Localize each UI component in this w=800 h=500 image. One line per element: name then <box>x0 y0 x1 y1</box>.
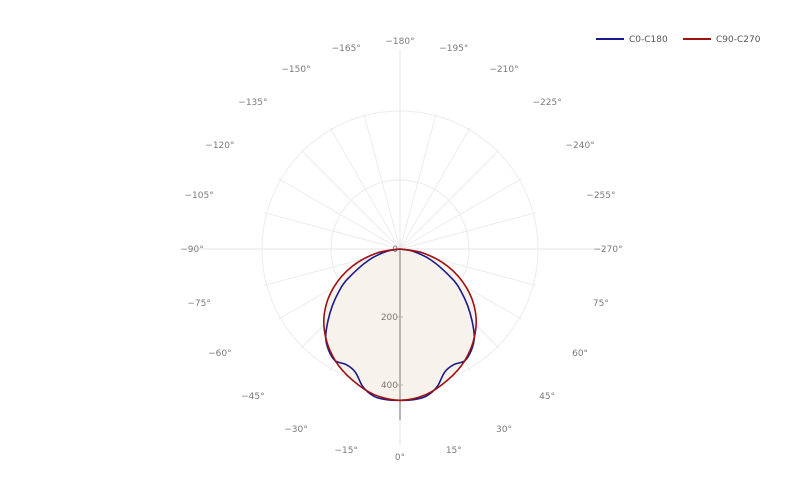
angle-label: −90° <box>180 245 204 255</box>
angle-label: −30° <box>284 425 308 435</box>
angle-label: −120° <box>205 141 234 151</box>
angle-label: 75° <box>593 299 609 309</box>
angle-label: −45° <box>241 392 265 402</box>
grid-spoke <box>329 126 401 250</box>
grid-spoke <box>277 178 401 250</box>
angle-label: 30° <box>496 425 512 435</box>
angle-label: −225° <box>532 98 561 108</box>
angle-label: −195° <box>439 44 468 54</box>
grid-spoke <box>399 178 523 250</box>
angle-label: −180° <box>385 37 414 47</box>
angle-label: 0° <box>395 453 405 463</box>
grid-spoke <box>263 212 401 250</box>
legend-label: C90-C270 <box>716 35 761 45</box>
grid-spoke <box>399 112 437 250</box>
grid-spoke <box>363 112 401 250</box>
angle-label: 60° <box>572 349 588 359</box>
angle-label: −210° <box>489 65 518 75</box>
angle-label: −150° <box>281 65 310 75</box>
grid-spoke <box>399 149 500 250</box>
angle-label: −270° <box>593 245 622 255</box>
angle-label: −75° <box>187 299 211 309</box>
angle-label: −135° <box>238 98 267 108</box>
angle-label: 45° <box>539 392 555 402</box>
polar-chart: 0 200 400 0° 15° 30° 45° 60° 75° −270° −255° −240°… <box>0 0 800 500</box>
grid-spoke <box>399 126 471 250</box>
grid-spoke <box>399 212 537 250</box>
angle-label: −240° <box>565 141 594 151</box>
angle-label: −15° <box>334 446 358 456</box>
grid-spoke <box>300 149 401 250</box>
angle-label: −255° <box>586 191 615 201</box>
legend: C0-C180 C90-C270 <box>596 35 761 45</box>
radial-tick-label: 200 <box>381 313 398 323</box>
angle-label: −105° <box>184 191 213 201</box>
radial-tick-label: 400 <box>381 381 398 391</box>
legend-label: C0-C180 <box>629 35 668 45</box>
angle-label: 15° <box>446 446 462 456</box>
polar-chart-svg: 0200400 0°15°30°45°60°75°−270°−255°−240°… <box>180 35 761 463</box>
angle-label: −165° <box>332 44 361 54</box>
angle-label: −60° <box>208 349 232 359</box>
